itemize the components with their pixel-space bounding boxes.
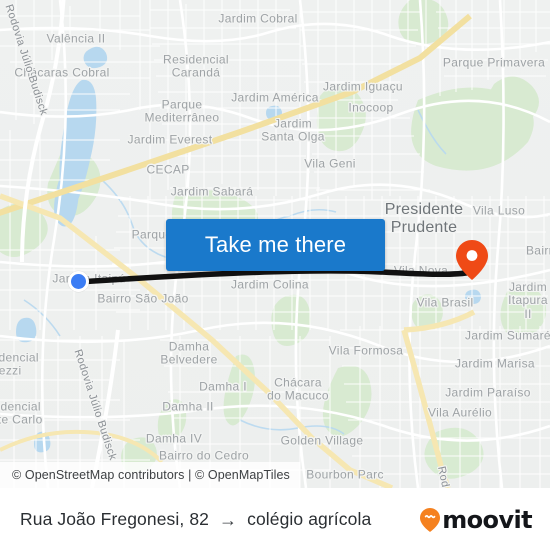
origin-marker[interactable]: [68, 271, 89, 292]
moovit-map-page: Valência II Chácaras Cobral Jardim Cobral R…: [0, 0, 550, 550]
footer-bar: Rua João Fregonesi, 82 → colégio agrícol…: [0, 488, 550, 550]
map-attribution[interactable]: © OpenStreetMap contributors | © OpenMap…: [0, 462, 300, 488]
origin-label: Rua João Fregonesi, 82: [20, 509, 209, 529]
moovit-pin-icon: [419, 507, 441, 533]
moovit-logo[interactable]: moovit: [419, 505, 533, 534]
moovit-wordmark: moovit: [442, 505, 532, 534]
route-summary: Rua João Fregonesi, 82 → colégio agrícol…: [20, 509, 371, 530]
map-canvas[interactable]: Valência II Chácaras Cobral Jardim Cobral R…: [0, 0, 550, 488]
take-me-there-button[interactable]: Take me there: [166, 219, 385, 271]
arrow-right-icon: →: [218, 509, 238, 530]
destination-label: colégio agrícola: [247, 509, 372, 529]
destination-marker[interactable]: [455, 238, 489, 282]
